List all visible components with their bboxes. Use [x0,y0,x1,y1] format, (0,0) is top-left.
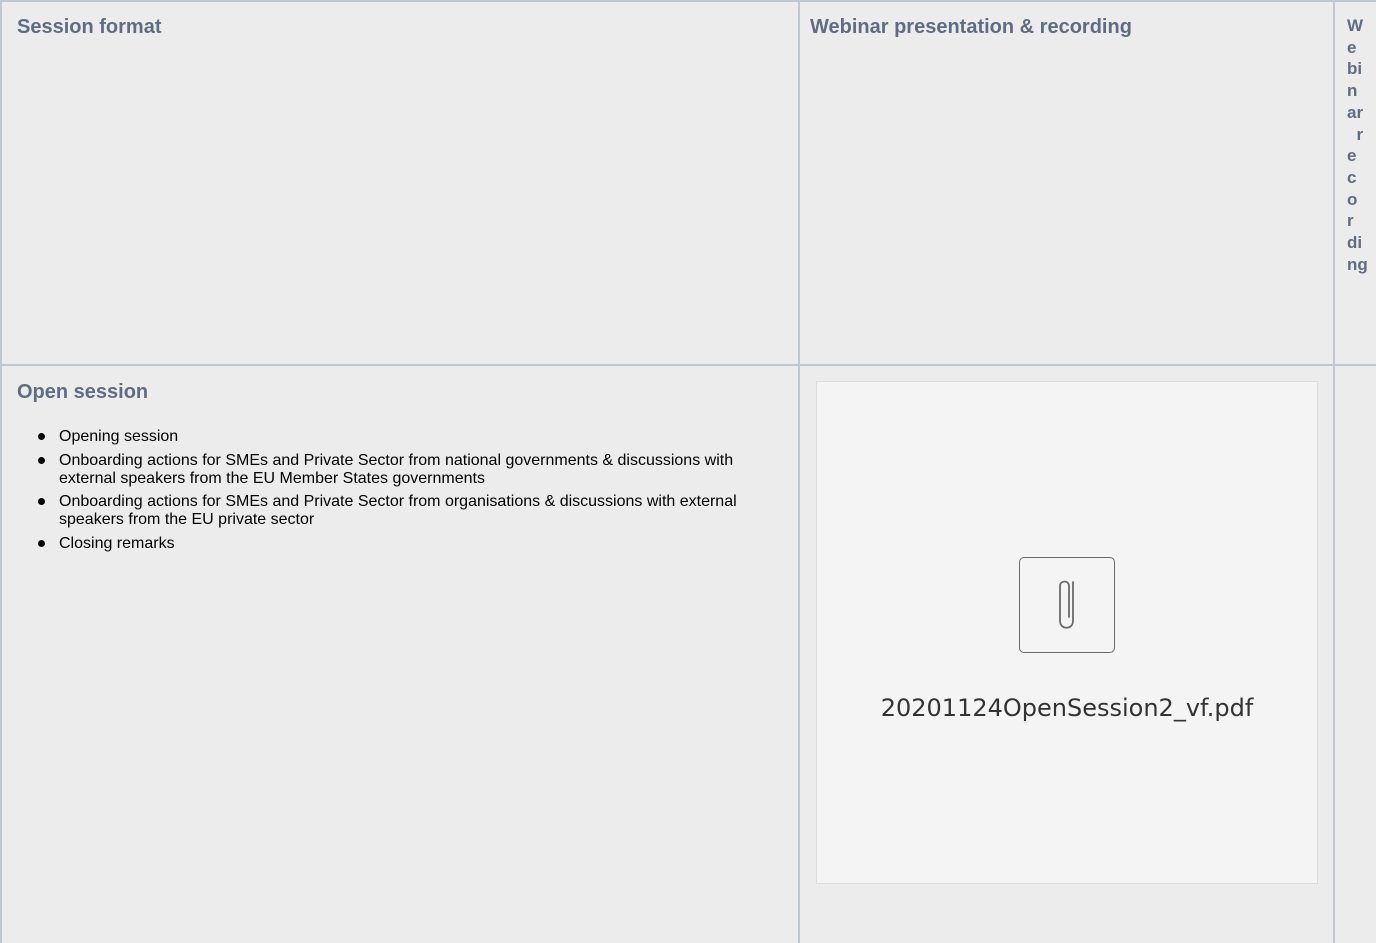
table-border-left [0,0,2,943]
header-recording-fragment: c [1347,167,1357,187]
header-recording-fragment: e [1347,146,1357,166]
header-cell-presentation: Webinar presentation & recording [799,0,1334,365]
recording-cell [1334,365,1376,943]
session-content: Open session Opening session Onboarding a… [17,380,777,558]
session-item: Onboarding actions for SMEs and Private … [17,493,757,529]
sessions-table: Session format Webinar presentation & re… [0,0,1376,943]
attachment-file-name[interactable]: 20201124OpenSession2_vf.pdf [817,694,1317,722]
header-recording-fragment: o [1347,189,1358,209]
session-format-cell: Open session Opening session Onboarding a… [0,365,799,943]
paperclip-icon [1019,557,1115,653]
column-divider-2 [1333,0,1335,943]
header-recording-fragment: r [1347,124,1364,144]
header-recording-fragment: W [1347,16,1364,35]
attachment-preview[interactable]: 20201124OpenSession2_vf.pdf [816,381,1318,884]
header-cell-recording: We bi n ar r e c o r di ng [1334,0,1376,365]
session-title: Open session [17,381,149,403]
header-session-format: Session format [17,16,162,38]
header-recording-fragment: r [1347,211,1354,231]
row-divider [0,364,1376,366]
header-recording-fragment: e [1347,37,1357,57]
header-webinar-presentation: Webinar presentation & recording [810,16,1132,38]
header-recording-fragment: bi [1347,59,1363,79]
session-item: Onboarding actions for SMEs and Private … [17,452,757,488]
column-divider-1 [798,0,800,943]
session-items-list: Opening session Onboarding actions for SM… [17,428,757,553]
header-cell-session-format: Session format [0,0,799,365]
header-recording-fragment: ng [1347,254,1368,274]
header-recording-fragment: di [1347,233,1363,253]
session-item: Closing remarks [17,535,757,553]
session-item: Opening session [17,428,757,446]
header-recording-fragment: ar [1347,102,1364,122]
header-webinar-recording: We bi n ar r e c o r di ng [1347,15,1368,275]
header-recording-fragment: n [1347,81,1358,101]
table-border-top [0,0,1376,2]
